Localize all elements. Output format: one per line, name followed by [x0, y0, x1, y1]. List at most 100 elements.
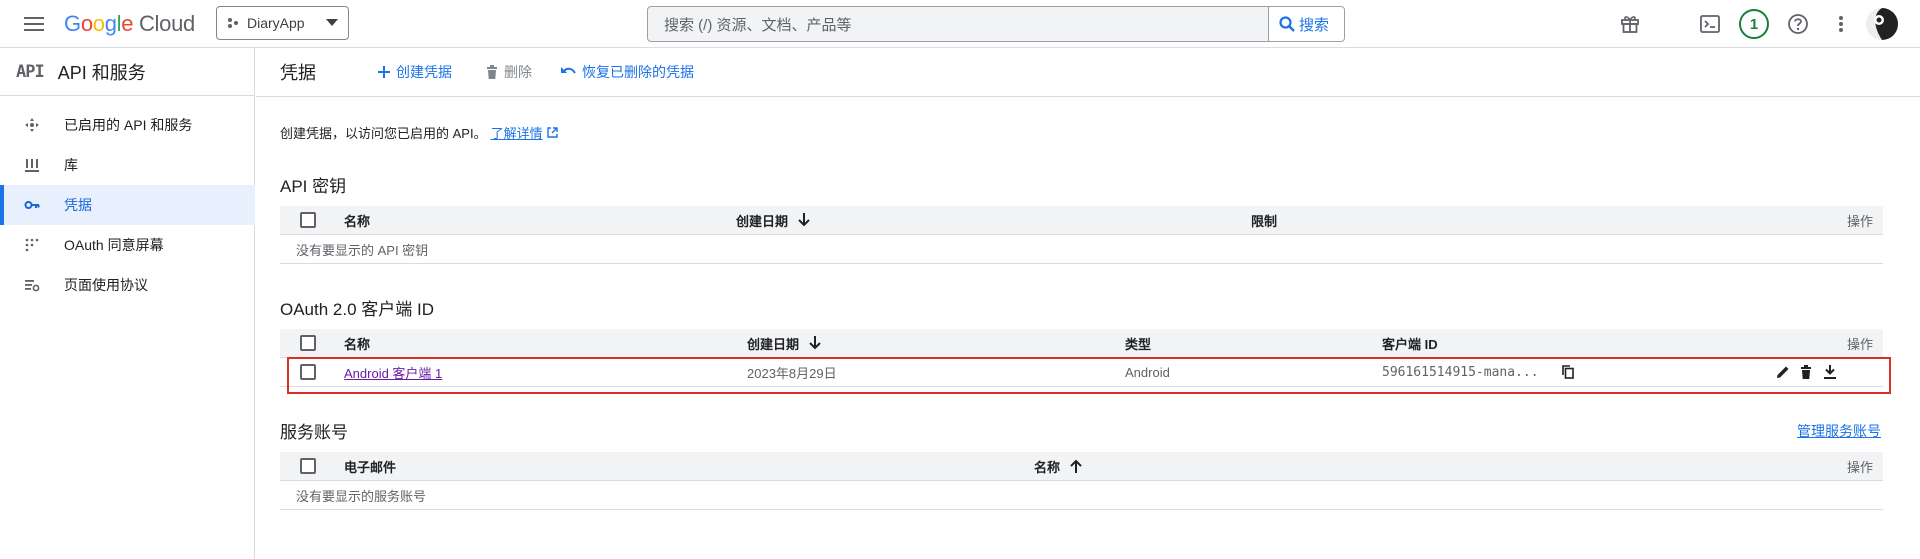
sidebar-item-label: 已启用的 API 和服务 — [64, 117, 193, 133]
learn-more-link[interactable]: 了解详情 — [491, 123, 543, 142]
add-icon — [378, 66, 390, 78]
select-all-checkbox[interactable] — [300, 212, 316, 228]
terminal-icon — [1700, 15, 1720, 33]
main-menu-button[interactable] — [16, 6, 52, 42]
arrow-up-icon — [1070, 459, 1082, 473]
service-accounts-table-header: 电子邮件 名称 操作 — [280, 452, 1883, 481]
sidebar-item-credentials[interactable]: 凭据 — [0, 185, 255, 225]
column-header-actions: 操作 — [1846, 213, 1873, 229]
column-header-restrictions: 限制 — [1251, 213, 1278, 229]
gift-button[interactable] — [1612, 6, 1648, 42]
more-vert-icon — [1839, 16, 1843, 32]
page-title: 凭据 — [280, 63, 316, 83]
delete-label: 删除 — [504, 64, 532, 80]
project-icon — [228, 18, 238, 28]
caret-down-icon — [326, 19, 338, 26]
client-created-date: 2023年8月29日 — [747, 365, 837, 381]
delete-client-button[interactable] — [1800, 358, 1812, 386]
empty-state-text: 没有要显示的服务账号 — [296, 488, 427, 504]
arrow-down-icon — [798, 213, 810, 227]
project-picker[interactable]: DiaryApp — [216, 6, 349, 40]
notifications-button[interactable]: 1 — [1736, 6, 1772, 42]
oauth-title: OAuth 2.0 客户端 ID — [280, 300, 434, 319]
api-keys-title: API 密钥 — [280, 177, 347, 196]
client-name-link[interactable]: Android 客户端 1 — [344, 363, 442, 382]
create-credentials-button[interactable]: 创建凭据 — [378, 62, 452, 82]
search-input[interactable]: 搜索 (/) 资源、文档、产品等 — [647, 6, 1269, 42]
column-header-created-label: 创建日期 — [747, 336, 800, 352]
column-header-type[interactable]: 类型 — [1125, 329, 1151, 357]
help-button[interactable] — [1780, 6, 1816, 42]
more-options-button[interactable] — [1823, 6, 1859, 42]
sidebar-item-oauth-consent[interactable]: OAuth 同意屏幕 — [0, 225, 255, 265]
sidebar-item-label: OAuth 同意屏幕 — [64, 237, 164, 253]
search-button[interactable]: 搜索 — [1269, 6, 1345, 42]
column-header-name[interactable]: 名称 — [1034, 452, 1082, 480]
select-all-checkbox[interactable] — [300, 335, 316, 351]
logo-cloud-word: Cloud — [138, 11, 195, 36]
select-all-checkbox[interactable] — [300, 458, 316, 474]
api-logo-icon: API — [16, 61, 45, 82]
sidebar-item-page-usage[interactable]: 页面使用协议 — [0, 265, 255, 305]
api-keys-empty-row: 没有要显示的 API 密钥 — [280, 235, 1883, 264]
copy-icon — [1562, 365, 1574, 379]
settings-list-icon — [25, 280, 40, 292]
sidebar-title: API 和服务 — [57, 62, 146, 83]
cloud-shell-button[interactable] — [1692, 6, 1728, 42]
top-app-bar: Google Cloud DiaryApp 搜索 (/) 资源、文档、产品等 搜… — [0, 0, 1920, 48]
delete-button[interactable]: 删除 — [486, 62, 532, 82]
column-header-name-label: 名称 — [1034, 459, 1061, 475]
undo-icon — [561, 67, 576, 74]
column-header-created[interactable]: 创建日期 — [747, 329, 821, 357]
edit-client-button[interactable] — [1776, 358, 1790, 386]
oauth-table-header: 名称 创建日期 类型 客户端 ID 操作 — [280, 329, 1883, 358]
client-type: Android — [1125, 364, 1170, 380]
trash-icon — [1801, 365, 1811, 379]
column-header-created[interactable]: 创建日期 — [736, 206, 810, 234]
logo-google-word: Google — [64, 11, 134, 36]
help-icon — [1788, 14, 1808, 34]
service-accounts-empty-row: 没有要显示的服务账号 — [280, 481, 1883, 510]
column-header-email[interactable]: 电子邮件 — [344, 452, 396, 480]
service-accounts-title: 服务账号 — [280, 423, 348, 442]
column-header-client-id[interactable]: 客户端 ID — [1382, 329, 1438, 357]
page-header: 凭据 创建凭据 删除 恢复已删除的凭据 — [256, 48, 1920, 97]
edit-icon — [1777, 366, 1789, 378]
empty-state-text: 没有要显示的 API 密钥 — [296, 242, 429, 258]
external-link-icon — [546, 127, 558, 138]
client-id-value: 596161514915-mana... — [1382, 364, 1539, 380]
restore-deleted-label: 恢复已删除的凭据 — [582, 64, 694, 80]
trash-icon — [487, 65, 497, 79]
sidebar-header: API API 和服务 — [0, 48, 254, 96]
key-icon — [24, 201, 40, 209]
notification-badge: 1 — [1739, 9, 1769, 39]
download-client-button[interactable] — [1824, 358, 1836, 386]
search-placeholder: 搜索 (/) 资源、文档、产品等 — [664, 16, 852, 34]
sidebar-item-enabled-apis[interactable]: 已启用的 API 和服务 — [0, 105, 255, 145]
avatar-image — [1866, 8, 1898, 40]
account-avatar[interactable] — [1866, 8, 1898, 40]
column-header-name[interactable]: 名称 — [344, 329, 370, 357]
create-credentials-label: 创建凭据 — [396, 64, 452, 80]
copy-client-id-button[interactable] — [1562, 358, 1574, 386]
column-header-created-label: 创建日期 — [736, 213, 789, 229]
sidebar-item-library[interactable]: 库 — [0, 145, 255, 185]
row-checkbox[interactable] — [300, 364, 316, 380]
left-nav: API API 和服务 已启用的 API 和服务 库 凭据 OAuth 同意屏幕… — [0, 48, 255, 559]
intro-text-line: 创建凭据，以访问您已启用的 API。 了解详情 — [280, 123, 558, 142]
sidebar-item-label: 库 — [64, 157, 78, 173]
api-hub-icon — [25, 118, 39, 132]
hamburger-icon — [24, 17, 44, 31]
arrow-down-icon — [809, 336, 821, 350]
column-header-name[interactable]: 名称 — [344, 206, 370, 234]
project-name: DiaryApp — [247, 15, 305, 31]
api-keys-table-header: 名称 创建日期 限制 操作 — [280, 206, 1883, 235]
download-icon — [1824, 365, 1836, 379]
restore-deleted-button[interactable]: 恢复已删除的凭据 — [560, 62, 694, 82]
consent-icon — [25, 238, 39, 252]
google-cloud-logo[interactable]: Google Cloud — [64, 11, 195, 37]
column-header-actions: 操作 — [1846, 459, 1873, 475]
manage-service-accounts-link[interactable]: 管理服务账号 — [1797, 421, 1881, 441]
oauth-client-row[interactable]: Android 客户端 1 2023年8月29日 Android 5961615… — [280, 358, 1883, 387]
sidebar-item-label: 页面使用协议 — [64, 277, 148, 293]
